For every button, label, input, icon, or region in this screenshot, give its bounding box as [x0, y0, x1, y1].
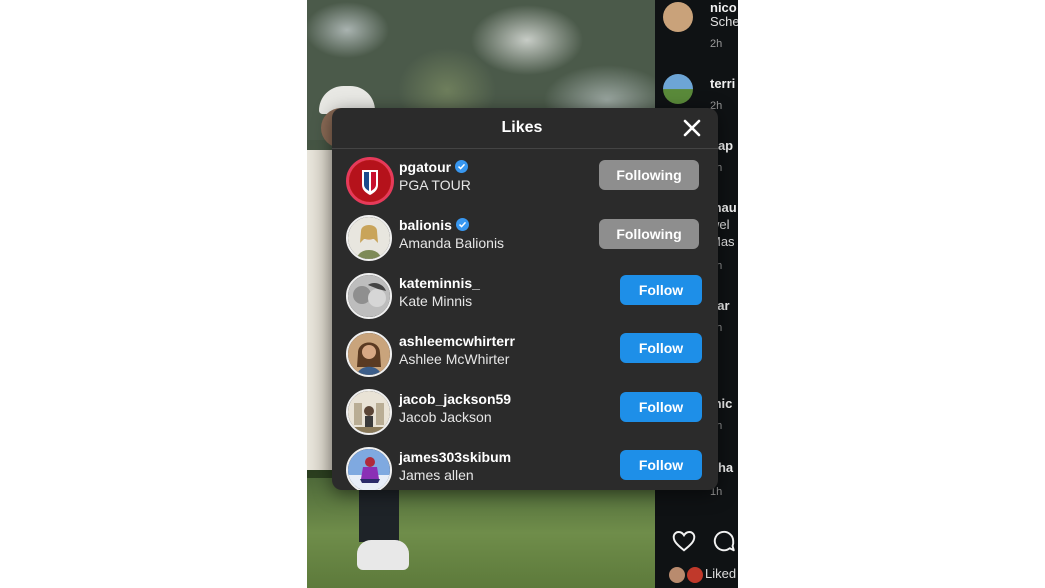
user-avatar[interactable] [346, 157, 394, 205]
username[interactable]: balionis [399, 217, 469, 233]
like-user-row[interactable]: pgatour PGA TOUR Following [332, 153, 718, 211]
commenter-name: terri [710, 76, 736, 91]
following-button[interactable]: Following [599, 160, 699, 190]
verified-badge-icon [455, 218, 469, 231]
user-avatar[interactable] [346, 389, 392, 435]
follow-button[interactable]: Follow [620, 275, 702, 305]
golfer-shoe [357, 540, 409, 570]
liker-avatar [687, 566, 703, 583]
username[interactable]: ashleemcwhirterr [399, 333, 515, 349]
username-text: pgatour [399, 159, 452, 175]
follow-button[interactable]: Follow [620, 392, 702, 422]
commenter-name: nico [710, 0, 737, 15]
follow-button[interactable]: Follow [620, 450, 702, 480]
commenter-avatar [663, 2, 693, 32]
full-name: Ashlee McWhirter [399, 351, 510, 367]
username-text: balionis [399, 217, 452, 233]
user-avatar[interactable] [346, 215, 392, 261]
like-user-row[interactable]: kateminnis_ Kate Minnis Follow [332, 269, 718, 327]
liked-label: Liked [705, 566, 737, 581]
username[interactable]: jacob_jackson59 [399, 391, 511, 407]
likes-modal: Likes pgatour PGA TOUR Following balioni… [332, 108, 718, 490]
liker-avatar [669, 566, 685, 583]
liked-by-row[interactable]: Liked [669, 566, 736, 583]
comment-icon[interactable] [711, 528, 737, 554]
modal-title: Likes [501, 119, 543, 136]
user-avatar[interactable] [346, 447, 392, 490]
like-user-row[interactable]: ashleemcwhirterr Ashlee McWhirter Follow [332, 327, 718, 385]
heart-icon[interactable] [671, 528, 697, 554]
commenter-avatar [663, 74, 693, 104]
full-name: James allen [399, 467, 474, 483]
full-name: Kate Minnis [399, 293, 473, 309]
like-user-row[interactable]: jacob_jackson59 Jacob Jackson Follow [332, 385, 718, 443]
full-name: PGA TOUR [399, 177, 471, 193]
user-avatar[interactable] [346, 331, 392, 377]
username[interactable]: pgatour [399, 159, 469, 175]
close-icon[interactable] [678, 114, 706, 142]
follow-button[interactable]: Follow [620, 333, 702, 363]
username[interactable]: james303skibum [399, 449, 511, 465]
comment-time: 2h [710, 38, 723, 50]
user-avatar[interactable] [346, 273, 392, 319]
username[interactable]: kateminnis_ [399, 275, 480, 291]
like-user-row[interactable]: balionis Amanda Balionis Following [332, 211, 718, 269]
comment-text: Sche [710, 14, 738, 29]
full-name: Amanda Balionis [399, 235, 505, 251]
verified-badge-icon [455, 160, 469, 173]
following-button[interactable]: Following [599, 219, 699, 249]
full-name: Jacob Jackson [399, 409, 492, 425]
modal-header: Likes [332, 108, 718, 149]
like-user-row[interactable]: james303skibum James allen Follow [332, 443, 718, 490]
